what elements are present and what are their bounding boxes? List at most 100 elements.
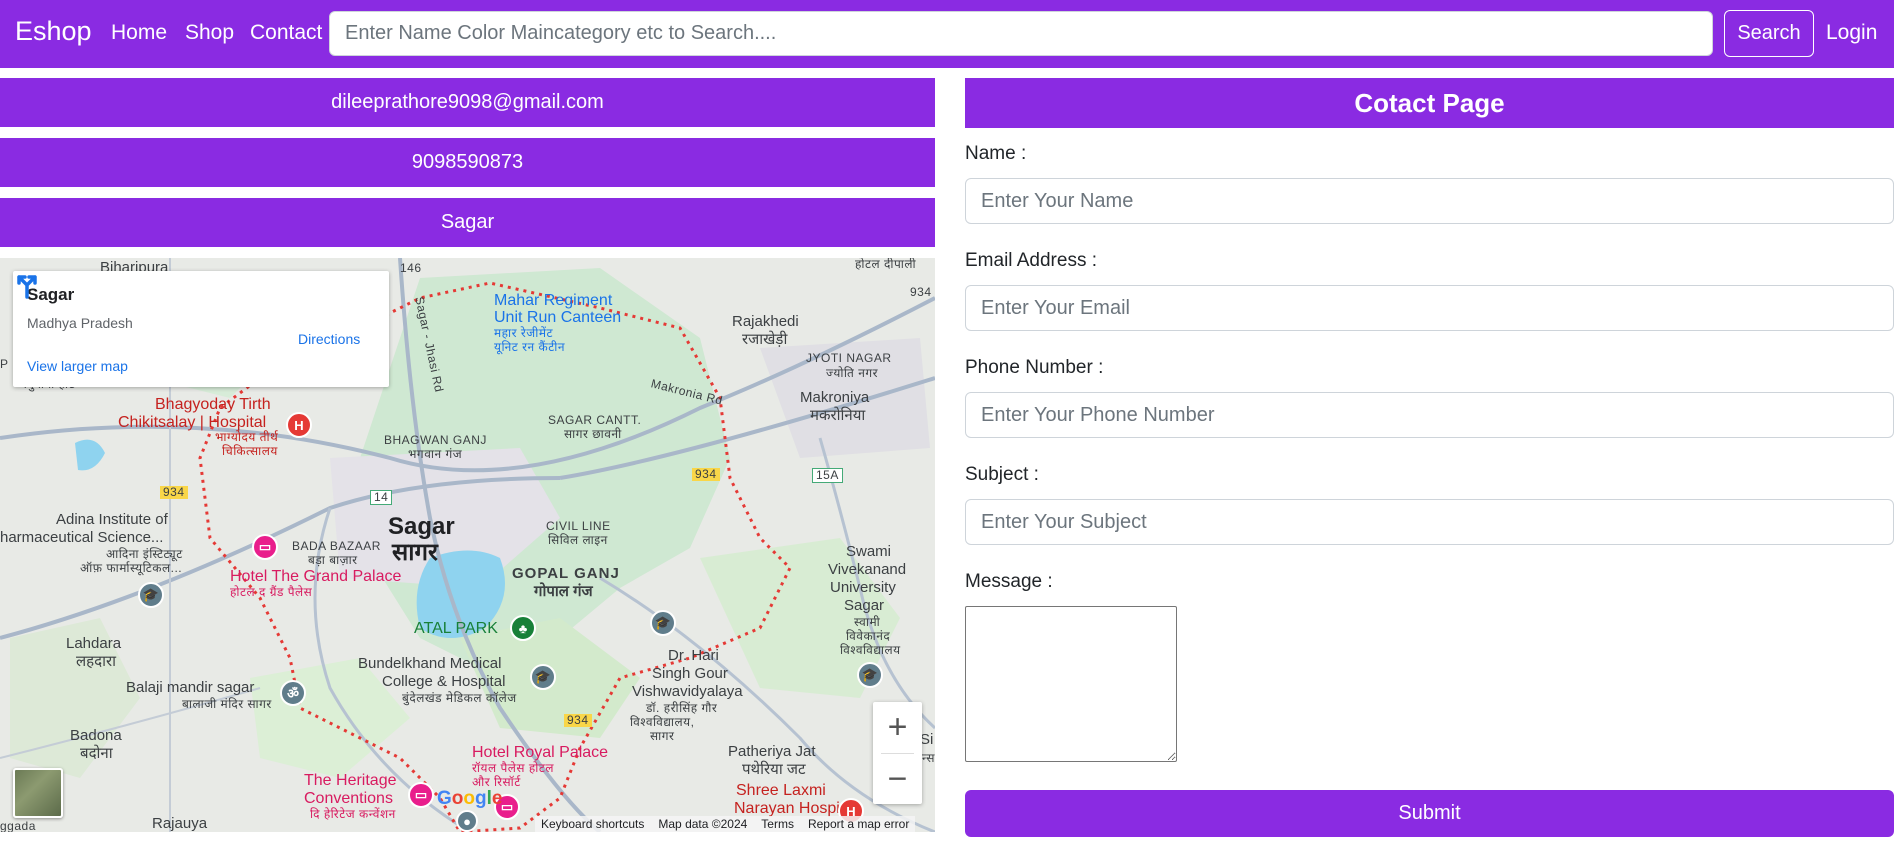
email-label: Email Address : [965,250,1097,271]
medical-college-pin-icon[interactable]: 🎓 [530,664,556,690]
map-label-jyoti-nagar: JYOTI NAGAR [806,351,892,365]
map-label-badona: Badona [70,727,122,744]
map-label-makroniya-hi: मकरोनिया [810,407,866,424]
nav-link-shop[interactable]: Shop [185,21,234,45]
map-label-hari-hi-3: सागर [650,729,675,743]
map-label-swami-2: Vivekanand [828,561,907,578]
map-label-adina-2: harmaceutical Science... [0,529,164,546]
map-label-bundelkhand-2: College & Hospital [382,673,506,690]
map-label-bundelkhand-1: Bundelkhand Medical [358,655,502,672]
map-label-heritage-hi: दि हेरिटेज कन्वेंशन [310,807,396,821]
hospital-pin-icon[interactable]: H [286,412,312,438]
map-label-si: Si [920,731,934,748]
map-label-hari-hi-1: डॉ. हरीसिंह गौर [646,701,718,715]
map-label-hotel-top: होटल दीपाली [855,258,917,271]
map-label-badona-hi: बदोना [80,745,113,762]
map-label-adina-1: Adina Institute of [56,511,168,528]
map-label-highway-934-a: 934 [910,285,932,299]
map-label-bhagyoday-hi-1: भाग्योदय तीर्थ [215,430,279,444]
directions-link[interactable]: Directions [298,331,360,347]
university-pin-icon[interactable]: 🎓 [857,662,883,688]
college-pin-icon[interactable]: 🎓 [650,610,676,636]
map-label-adina-hi-1: आदिना इंस्टिट्यूट [106,547,183,561]
nav-link-contact[interactable]: Contact [250,21,322,45]
map-label-sagar-city: Sagar [388,513,455,540]
map-label-mahar-hi-2: यूनिट रन कैंटीन [494,340,566,354]
search-input[interactable] [329,11,1713,56]
zoom-in-button[interactable]: + [873,702,922,752]
report-error-link[interactable]: Report a map error [808,817,909,831]
map-label-heritage-1: The Heritage [304,772,397,789]
map-label-highway-934-d: 934 [564,713,592,728]
map-label-hari-hi-2: विश्वविद्यालय, [630,715,695,729]
map-label-highway-934-c: 934 [160,485,188,500]
map-label-bhagyoday-1: Bhagyoday Tirth [155,396,271,413]
heritage-pin-icon[interactable]: ▭ [408,782,434,808]
map-card-subtitle: Madhya Pradesh [27,315,133,331]
phone-label: Phone Number : [965,357,1104,378]
map-label-bhagwan-ganj-hi: भगवान गंज [408,447,463,461]
map-label-civil-line: CIVIL LINE [546,519,611,533]
map-label-jyoti-nagar-hi: ज्योति नगर [826,366,879,380]
map-label-sagar-cantt-hi: सागर छावनी [564,427,622,441]
satellite-toggle[interactable] [13,768,63,818]
map-label-rajakhedi: Rajakhedi [732,313,799,330]
map-label-adina-hi-2: ऑफ़ फार्मास्यूटिकल... [80,561,183,575]
map-label-swami-hi-2: विवेकानंद [846,629,891,643]
terms-link[interactable]: Terms [761,817,794,831]
nav-link-home[interactable]: Home [111,21,167,45]
submit-button[interactable]: Submit [965,790,1894,837]
map-label-rajauya: Rajauya [152,815,208,832]
subject-input[interactable] [965,499,1894,545]
map-label-bhagwan-ganj: BHAGWAN GANJ [384,433,487,447]
map-label-balaji-hi: बालाजी मंदिर सागर [182,697,272,711]
name-input[interactable] [965,178,1894,224]
map-label-swami-4: Sagar [844,597,885,614]
map-embed[interactable]: Biharipura पदुवावा हाट P 146 होटल दीपाली… [0,258,935,832]
zoom-controls: + − [873,702,922,804]
map-label-highway-14: 14 [370,490,393,506]
map-label-ns: न्स [922,751,935,765]
map-label-p: P [0,357,9,371]
map-label-hari-2: Singh Gour [652,665,728,682]
hotel-pin-icon[interactable]: ▭ [252,534,278,560]
map-label-mahar-1: Mahar Regiment [494,292,613,309]
map-label-sagar-city-hi: सागर [392,539,438,566]
school-pin-icon[interactable]: 🎓 [138,582,164,608]
map-label-swami-3: University [830,579,896,596]
brand-logo[interactable]: Eshop [15,16,92,47]
login-link[interactable]: Login [1826,21,1877,45]
location-pin-icon[interactable]: ● [456,810,478,832]
map-label-bundelkhand-hi: बुंदेलखंड मेडिकल कॉलेज [402,691,517,705]
map-label-bhagyoday-hi-2: चिकित्सालय [222,444,278,458]
subject-label: Subject : [965,464,1039,485]
search-button[interactable]: Search [1724,10,1814,57]
message-label: Message : [965,571,1053,592]
map-label-rajakhedi-hi: रजाखेड़ी [742,331,788,348]
map-label-highway-146: 146 [400,261,422,275]
map-label-patheriya: Patheriya Jat [728,743,816,760]
temple-pin-icon[interactable]: ॐ [280,680,306,706]
map-label-hari-3: Vishwavidyalaya [632,683,743,700]
map-label-gopal-ganj: GOPAL GANJ [512,565,620,582]
email-input[interactable] [965,285,1894,331]
view-larger-map-link[interactable]: View larger map [27,358,128,374]
map-label-grand-palace: Hotel The Grand Palace [230,568,402,585]
phone-input[interactable] [965,392,1894,438]
map-label-highway-15a: 15A [812,468,843,484]
zoom-out-button[interactable]: − [873,754,922,804]
navbar: Eshop Home Shop Contact Search Login [0,0,1894,68]
park-pin-icon[interactable]: ♣ [510,615,536,641]
map-label-swami-1: Swami [846,543,892,560]
phone-bar: 9098590873 [0,138,935,187]
directions-icon[interactable] [13,271,41,299]
message-textarea[interactable] [965,606,1177,762]
map-label-lahdara: Lahdara [66,635,122,652]
map-label-civil-line-hi: सिविल लाइन [548,533,608,547]
map-label-swami-hi-1: स्वामी [854,615,881,629]
keyboard-shortcuts-link[interactable]: Keyboard shortcuts [541,817,644,831]
map-label-hari-1: Dr. Hari [668,647,719,664]
map-label-mahar-hi-1: महार रेजीमेंट [494,326,554,340]
map-label-aggada: ggada [0,819,36,832]
map-label-royal-palace-hi-1: रॉयल पैलेस होटल [472,761,555,775]
